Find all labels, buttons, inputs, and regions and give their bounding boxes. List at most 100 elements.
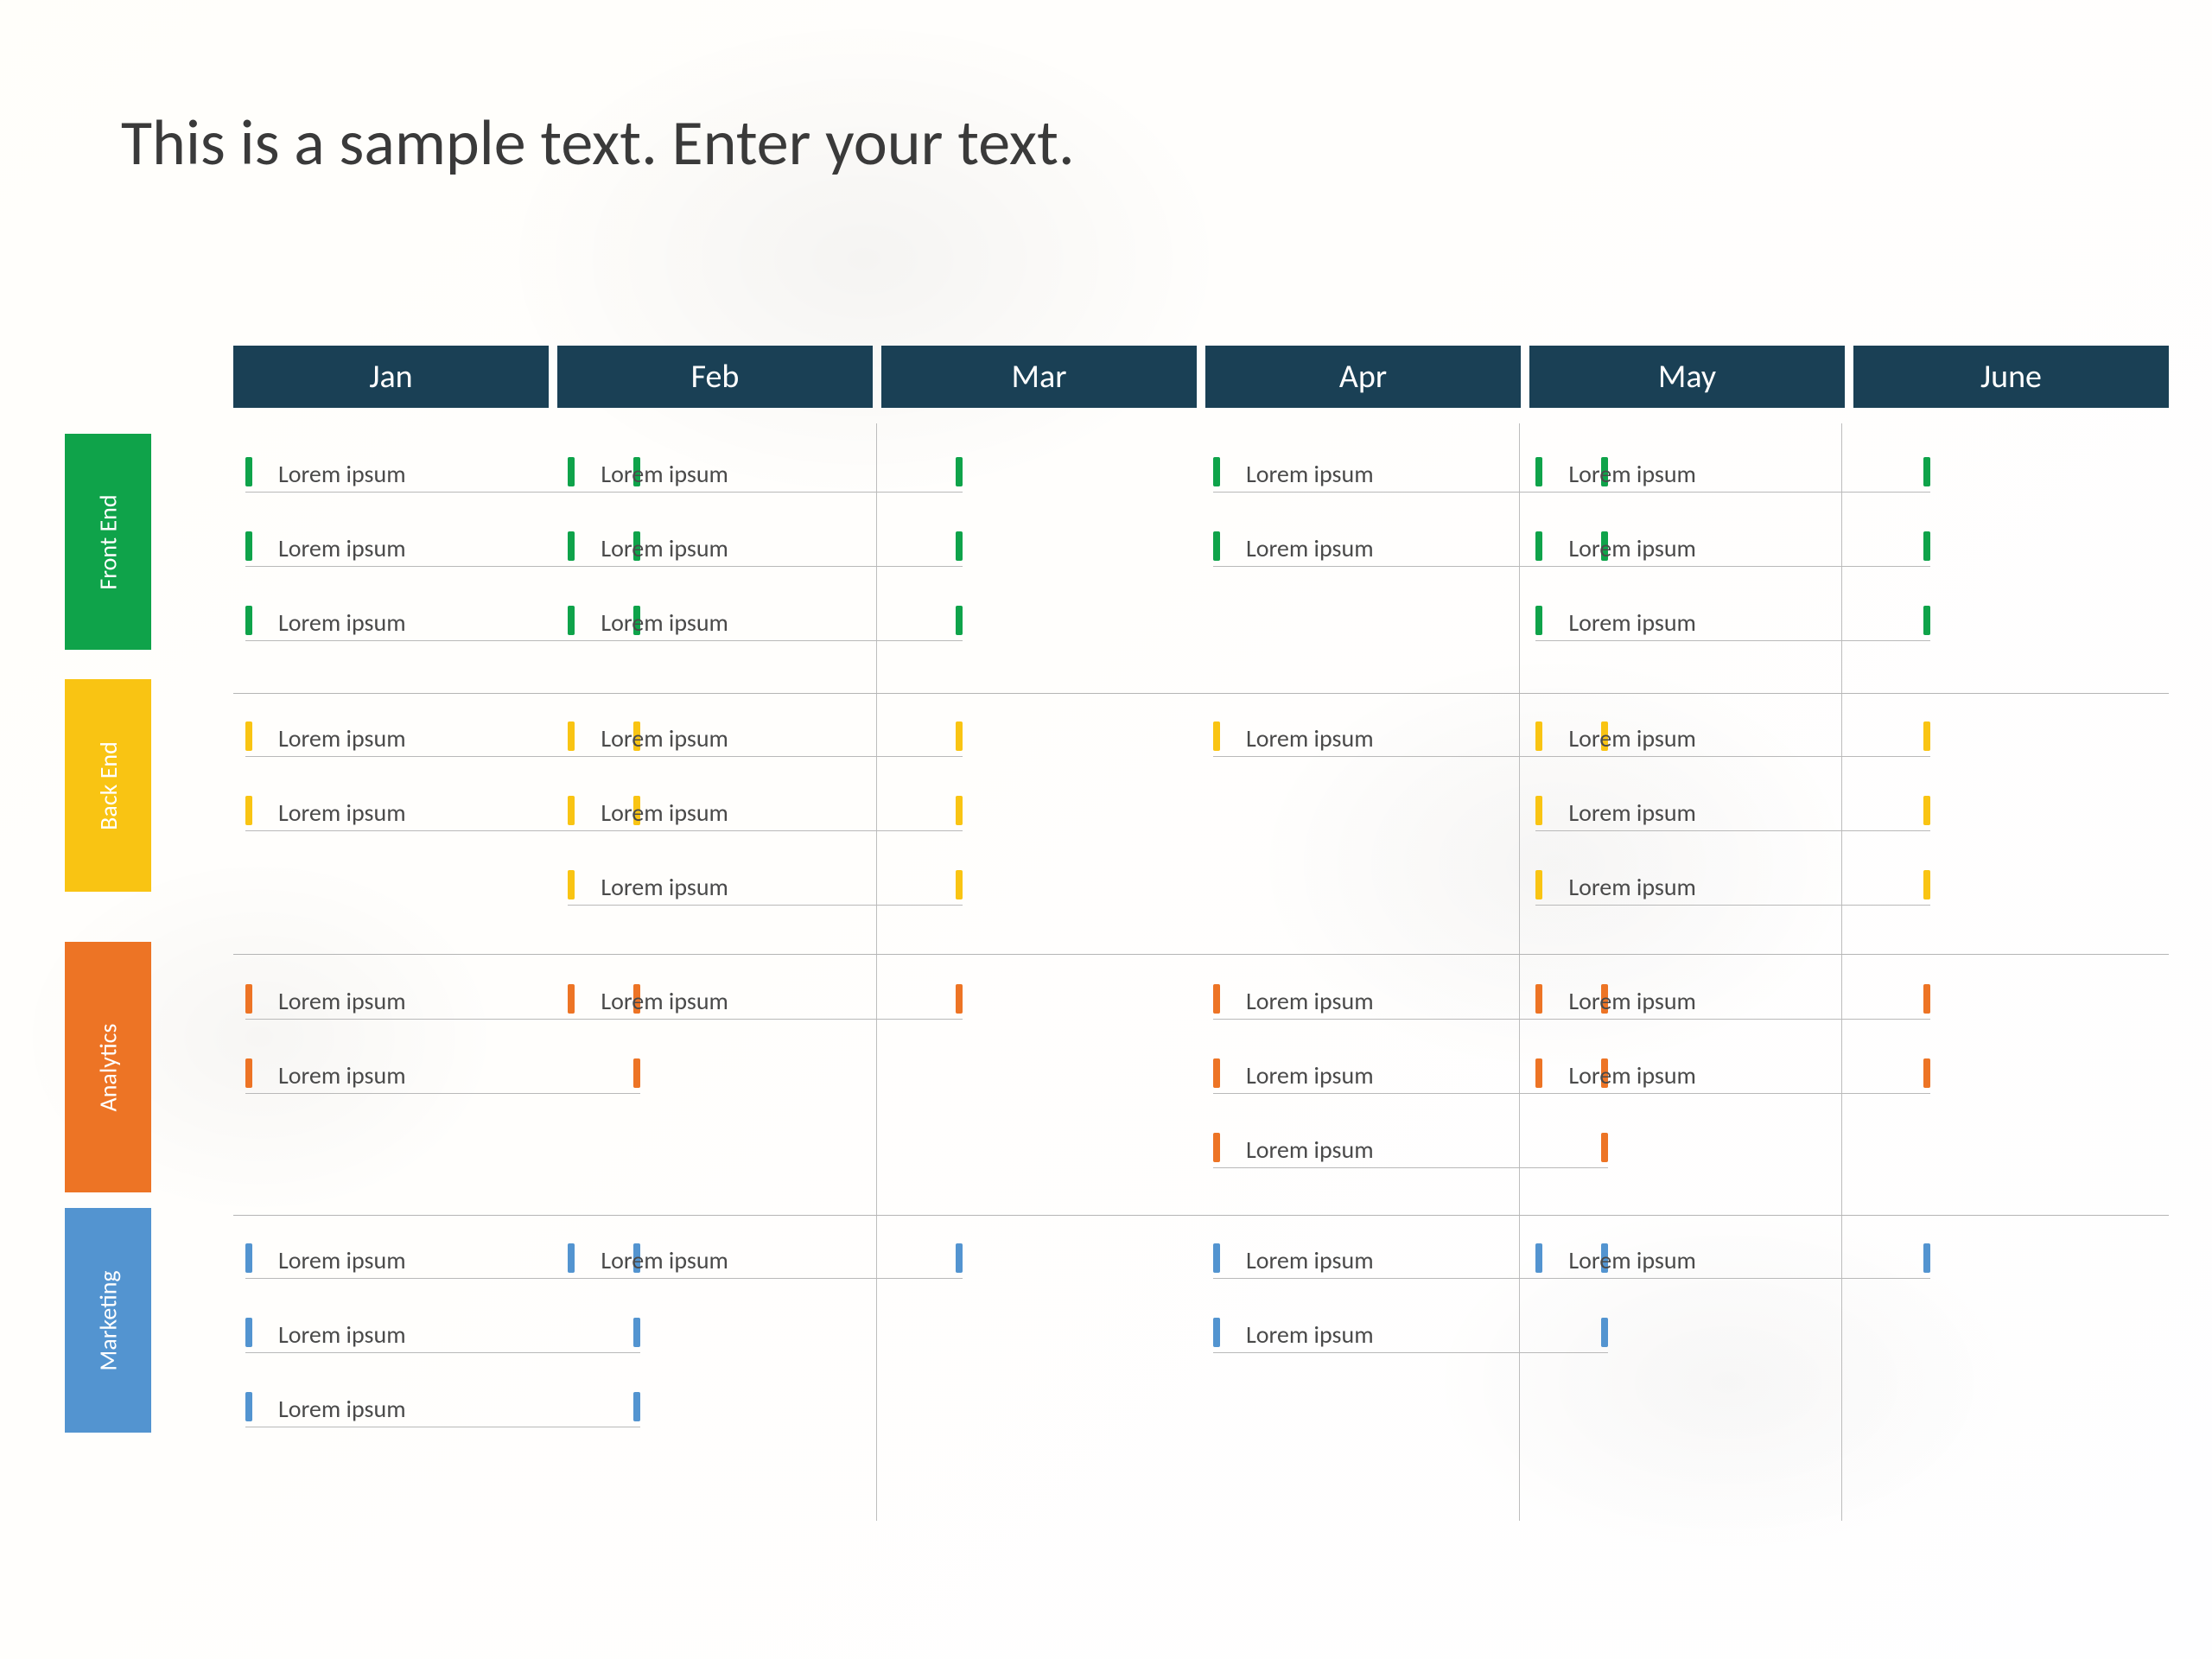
task-item: Lorem ipsum [1535, 527, 1930, 562]
gridline-horizontal [233, 954, 2169, 955]
task-label: Lorem ipsum [1568, 798, 1696, 828]
task-label: Lorem ipsum [278, 533, 406, 563]
task-start-marker [568, 870, 575, 899]
page-title: This is a sample text. Enter your text. [121, 104, 1075, 181]
task-item: Lorem ipsum [1213, 1313, 1608, 1348]
task-underline [1535, 1019, 1930, 1020]
category-tab-backend: Back End [65, 679, 151, 892]
task-label: Lorem ipsum [1568, 533, 1696, 563]
task-label: Lorem ipsum [1568, 723, 1696, 753]
task-label: Lorem ipsum [601, 459, 728, 489]
month-header-jan: Jan [233, 346, 549, 408]
task-end-marker [1923, 531, 1930, 561]
month-header-jun: June [1853, 346, 2169, 408]
task-item: Lorem ipsum [568, 453, 963, 487]
task-underline [568, 1019, 963, 1020]
task-end-marker [1601, 1133, 1608, 1162]
task-label: Lorem ipsum [601, 607, 728, 638]
task-end-marker [956, 984, 963, 1014]
task-end-marker [956, 457, 963, 486]
category-tab-marketing: Marketing [65, 1208, 151, 1433]
task-end-marker [633, 1392, 640, 1421]
task-item: Lorem ipsum [1213, 1128, 1608, 1163]
task-end-marker [956, 796, 963, 825]
task-label: Lorem ipsum [1568, 459, 1696, 489]
task-underline [1535, 905, 1930, 906]
task-label: Lorem ipsum [1246, 533, 1374, 563]
task-start-marker [1535, 984, 1542, 1014]
task-end-marker [1923, 796, 1930, 825]
task-end-marker [1923, 457, 1930, 486]
task-start-marker [245, 796, 252, 825]
task-end-marker [956, 870, 963, 899]
task-start-marker [568, 606, 575, 635]
task-underline [1213, 1352, 1608, 1353]
task-label: Lorem ipsum [278, 1245, 406, 1275]
task-underline [1535, 1278, 1930, 1279]
task-underline [1535, 566, 1930, 567]
task-end-marker [956, 606, 963, 635]
task-underline [568, 905, 963, 906]
category-tab-analytics: Analytics [65, 942, 151, 1192]
task-start-marker [1213, 531, 1220, 561]
month-header-row: Jan Feb Mar Apr May June [233, 346, 2169, 408]
task-item: Lorem ipsum [1535, 866, 1930, 900]
task-start-marker [568, 457, 575, 486]
task-item: Lorem ipsum [1535, 1054, 1930, 1089]
task-start-marker [1535, 531, 1542, 561]
task-end-marker [633, 1058, 640, 1088]
task-underline [245, 1093, 640, 1094]
task-label: Lorem ipsum [601, 533, 728, 563]
task-start-marker [1213, 721, 1220, 751]
task-start-marker [568, 984, 575, 1014]
task-label: Lorem ipsum [1246, 1135, 1374, 1165]
task-item: Lorem ipsum [245, 1388, 640, 1422]
task-start-marker [1535, 870, 1542, 899]
task-underline [1535, 1093, 1930, 1094]
task-underline [568, 830, 963, 831]
category-label: Back End [93, 741, 124, 830]
task-start-marker [245, 1318, 252, 1347]
task-label: Lorem ipsum [601, 723, 728, 753]
task-underline [1213, 1167, 1608, 1168]
task-label: Lorem ipsum [1568, 986, 1696, 1016]
category-label: Front End [93, 494, 124, 589]
gridline-horizontal [233, 1215, 2169, 1216]
gridline-vertical [1841, 423, 1842, 1521]
task-item: Lorem ipsum [1535, 453, 1930, 487]
task-item: Lorem ipsum [1535, 717, 1930, 752]
task-item: Lorem ipsum [568, 980, 963, 1014]
task-item: Lorem ipsum [568, 601, 963, 636]
gridline-vertical [876, 423, 877, 1521]
task-label: Lorem ipsum [278, 798, 406, 828]
task-start-marker [1213, 1318, 1220, 1347]
month-header-mar: Mar [881, 346, 1197, 408]
task-label: Lorem ipsum [278, 1060, 406, 1090]
task-label: Lorem ipsum [278, 1319, 406, 1350]
task-item: Lorem ipsum [1535, 791, 1930, 826]
task-start-marker [245, 984, 252, 1014]
category-label: Marketing [93, 1270, 124, 1370]
task-start-marker [1535, 457, 1542, 486]
task-start-marker [245, 1392, 252, 1421]
task-label: Lorem ipsum [1568, 872, 1696, 902]
task-label: Lorem ipsum [601, 798, 728, 828]
task-start-marker [1535, 1243, 1542, 1273]
task-start-marker [568, 721, 575, 751]
task-end-marker [956, 531, 963, 561]
task-start-marker [245, 1243, 252, 1273]
task-underline [245, 1352, 640, 1353]
task-underline [1535, 640, 1930, 641]
task-end-marker [1601, 1318, 1608, 1347]
gridline-vertical [1519, 423, 1520, 1521]
task-underline [1535, 830, 1930, 831]
task-end-marker [1923, 1243, 1930, 1273]
task-start-marker [1535, 721, 1542, 751]
task-underline [568, 1278, 963, 1279]
task-label: Lorem ipsum [278, 1394, 406, 1424]
task-item: Lorem ipsum [1535, 980, 1930, 1014]
task-label: Lorem ipsum [1568, 1060, 1696, 1090]
task-item: Lorem ipsum [1535, 601, 1930, 636]
gridline-horizontal [233, 693, 2169, 694]
task-end-marker [1923, 606, 1930, 635]
